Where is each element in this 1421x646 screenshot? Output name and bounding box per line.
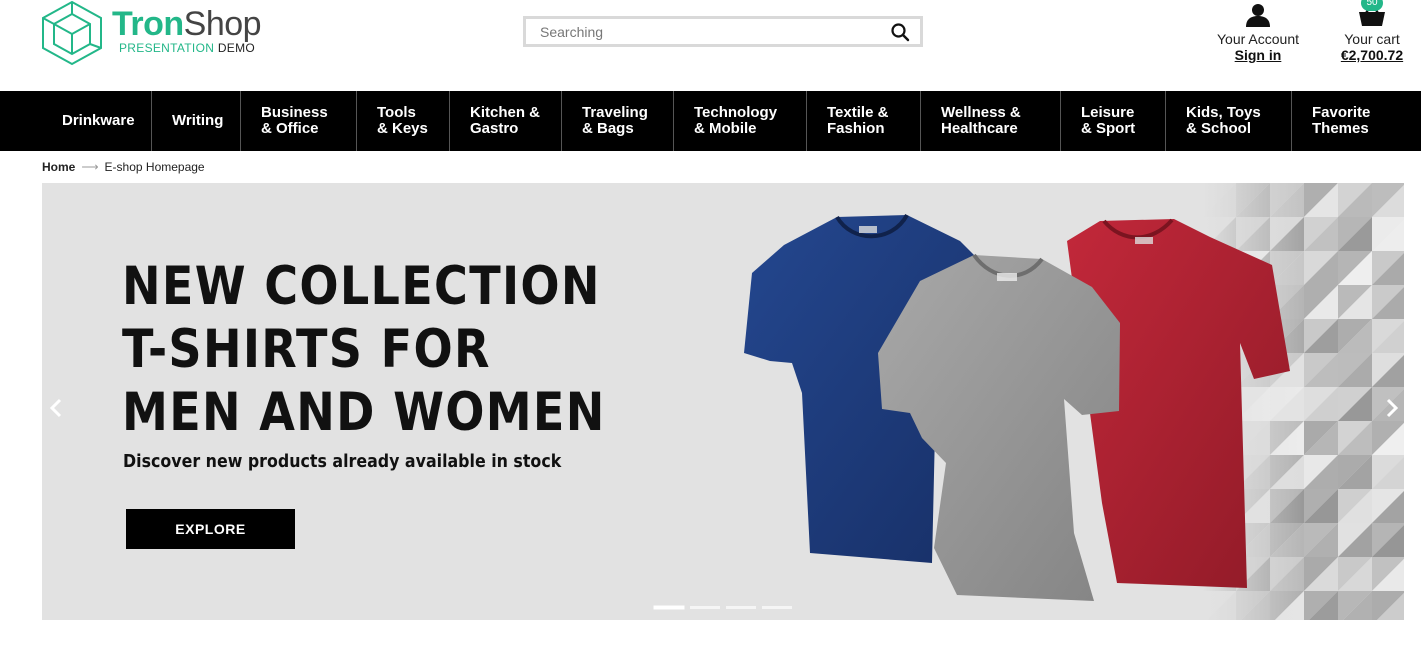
slider-dots [654, 606, 798, 609]
slider-dot-3[interactable] [726, 606, 756, 609]
nav-item-wellness-healthcare[interactable]: Wellness & Healthcare [921, 91, 1061, 151]
nav-item-technology-mobile[interactable]: Technology & Mobile [674, 91, 807, 151]
category-nav: Drinkware Writing Business & Office Tool… [0, 91, 1421, 151]
logo-tagline: PRESENTATION DEMO [119, 41, 256, 55]
breadcrumb: Home ⟶ E-shop Homepage [42, 160, 205, 174]
user-icon[interactable] [1245, 2, 1271, 28]
tshirts-image [744, 213, 1290, 601]
site-header: TronShop PRESENTATION DEMO Your Account … [0, 0, 1421, 91]
nav-item-favorite-themes[interactable]: Favorite Themes [1292, 91, 1421, 151]
logo-brand: TronShop [112, 5, 262, 43]
cart-total-link[interactable]: €2,700.72 [1332, 47, 1412, 63]
search-icon[interactable] [890, 22, 910, 42]
hero-banner: NEW COLLECTION T-SHIRTS FOR MEN AND WOME… [42, 183, 1404, 620]
explore-button[interactable]: EXPLORE [126, 509, 295, 549]
cart-count-badge: 50 [1361, 0, 1383, 11]
search-input[interactable] [526, 19, 866, 44]
slider-dot-4[interactable] [762, 606, 792, 609]
nav-item-traveling-bags[interactable]: Traveling & Bags [562, 91, 674, 151]
nav-item-writing[interactable]: Writing [152, 91, 241, 151]
breadcrumb-arrow-icon: ⟶ [81, 160, 99, 174]
account-widget[interactable]: Your Account Sign in [1208, 2, 1308, 63]
logo-cube-icon [42, 0, 102, 66]
breadcrumb-home-link[interactable]: Home [42, 160, 75, 174]
breadcrumb-current: E-shop Homepage [104, 160, 205, 174]
nav-item-tools-keys[interactable]: Tools & Keys [357, 91, 450, 151]
banner-headline: NEW COLLECTION T-SHIRTS FOR MEN AND WOME… [122, 255, 678, 444]
nav-item-kitchen-gastro[interactable]: Kitchen & Gastro [450, 91, 562, 151]
account-label: Your Account [1217, 31, 1299, 47]
cart-label: Your cart [1344, 31, 1400, 47]
logo[interactable]: TronShop PRESENTATION DEMO [40, 0, 270, 68]
slider-dot-1[interactable] [654, 606, 684, 609]
nav-item-kids-toys-school[interactable]: Kids, Toys & School [1166, 91, 1292, 151]
cart-widget[interactable]: Your cart €2,700.72 [1332, 2, 1412, 63]
nav-item-drinkware[interactable]: Drinkware [0, 91, 152, 151]
search-box [523, 16, 923, 47]
headline-line-3: MEN AND WOMEN [122, 382, 606, 443]
banner-subtext: Discover new products already available … [123, 451, 562, 472]
next-slide-arrow-icon[interactable] [1382, 396, 1402, 420]
nav-item-leisure-sport[interactable]: Leisure & Sport [1061, 91, 1166, 151]
headline-line-2: T-SHIRTS FOR [122, 319, 491, 380]
previous-slide-arrow-icon[interactable] [46, 396, 66, 420]
nav-item-business-office[interactable]: Business & Office [241, 91, 357, 151]
headline-line-1: NEW COLLECTION [122, 256, 601, 317]
nav-item-textile-fashion[interactable]: Textile & Fashion [807, 91, 921, 151]
sign-in-link[interactable]: Sign in [1208, 47, 1308, 63]
slider-dot-2[interactable] [690, 606, 720, 609]
